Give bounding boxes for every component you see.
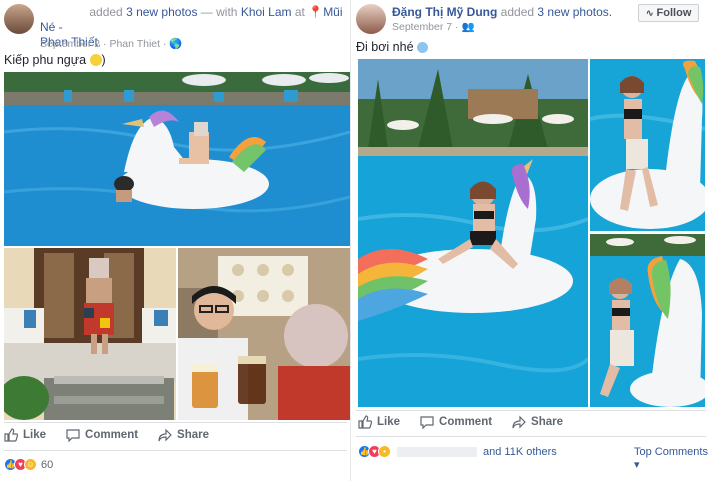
reactions-summary-right[interactable]: 👍 ♥ • and 11K others [358,445,557,458]
post-left: added 3 new photos — with Khoi Lam at 📍M… [0,0,351,481]
share-button-right[interactable]: Share [512,415,563,429]
like-button-right[interactable]: Like [358,415,400,429]
comment-icon [66,429,80,442]
smile-emoji-icon [89,54,102,66]
post-actions-right: Like Comment Share [358,415,583,429]
swimmer-emoji-icon [417,42,429,53]
author-avatar-left[interactable] [4,4,34,34]
author-name-right[interactable]: Đặng Thị Mỹ Dung [392,5,497,19]
reactions-summary-left[interactable]: 👍 ♥ ☺ 60 [4,458,53,471]
thumbs-up-icon [358,415,372,429]
post-date-left[interactable]: September 2 · Phan Thiet · 🌎 [40,37,182,50]
like-button-left[interactable]: Like [4,428,46,442]
share-icon [158,428,172,442]
photo-girl-unicorn-main[interactable] [358,59,588,407]
redacted-names [397,446,477,457]
post-caption-left: Kiếp phu ngựa ) [4,53,106,67]
photo-pool-unicorn[interactable] [4,72,350,246]
globe-icon: 🌎 [169,38,183,50]
rss-icon: ∿ [646,7,654,18]
top-comments-dropdown[interactable]: Top Comments ▾ [634,446,710,471]
tagged-friend-link[interactable]: Khoi Lam [241,5,292,19]
author-avatar-right[interactable] [356,4,386,34]
post-actions-left: Like Comment Share [4,428,229,442]
location-pin-icon: 📍 [308,5,324,19]
photos-link-right[interactable]: 3 new photos. [537,5,612,19]
post-date-right[interactable]: September 7 · 👥 [392,20,475,33]
photo-beer-cheers[interactable] [178,248,350,420]
photos-link-left[interactable]: 3 new photos [126,5,197,19]
photo-girl-unicorn-top[interactable] [590,59,705,231]
haha-reaction-icon: ☺ [24,458,37,471]
comment-icon [420,416,434,429]
comment-button-right[interactable]: Comment [420,415,492,429]
post-header-right: Đặng Thị Mỹ Dung added 3 new photos. [392,5,613,19]
share-button-left[interactable]: Share [158,428,209,442]
wow-reaction-icon: • [378,445,391,458]
photo-man-doorway[interactable] [4,248,176,420]
follow-button[interactable]: ∿ Follow [638,4,700,22]
thumbs-up-icon [4,428,18,442]
post-caption-right: Đi bơi nhé [356,40,429,54]
post-right: Đặng Thị Mỹ Dung added 3 new photos. Sep… [352,0,710,481]
photo-girl-unicorn-bottom[interactable] [590,234,705,407]
share-icon [512,415,526,429]
friends-icon: 👥 [461,21,475,33]
comment-button-left[interactable]: Comment [66,428,138,442]
author-name-left[interactable] [40,6,86,16]
